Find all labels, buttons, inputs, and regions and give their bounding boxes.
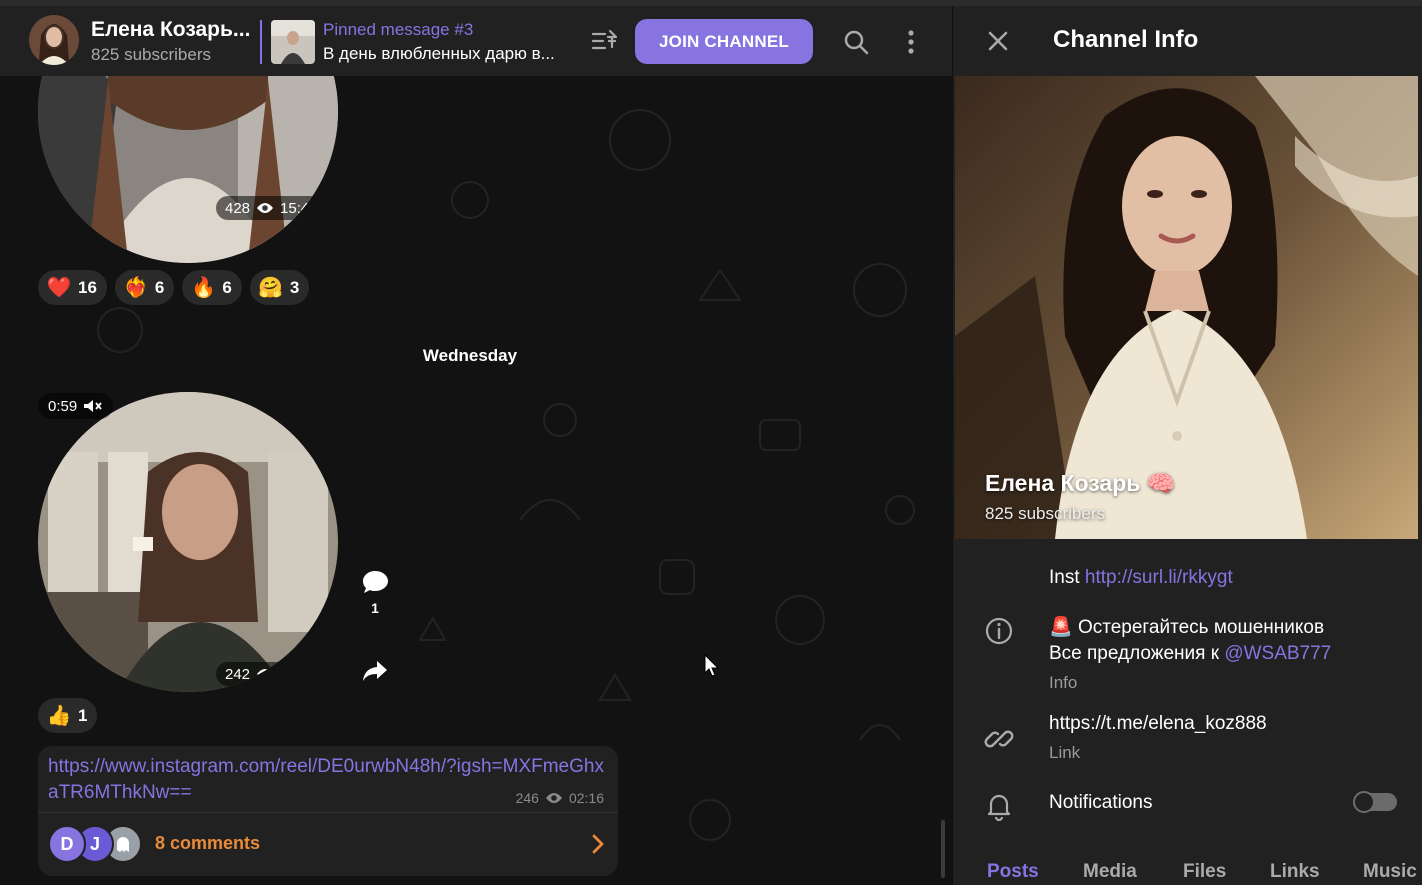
comments-button[interactable]: 1 bbox=[356, 568, 394, 624]
video-duration: 0:59 bbox=[48, 397, 78, 415]
info-label: Info bbox=[1049, 673, 1078, 692]
commenter-avatar: D bbox=[48, 825, 86, 863]
notifications-label: Notifications bbox=[1049, 792, 1153, 813]
contact-handle-link[interactable]: @WSAB777 bbox=[1224, 643, 1331, 664]
comments-count-label: 8 comments bbox=[155, 833, 261, 853]
chat-area: Елена Козарь... 825 subscribers Pinned m… bbox=[0, 0, 952, 885]
forward-arrow-icon bbox=[363, 661, 387, 681]
more-vertical-icon[interactable] bbox=[898, 28, 924, 56]
reactions-row: ❤️ 16 ❤️‍🔥 6 🔥 6 🤗 3 bbox=[38, 270, 310, 305]
video-meta: 428 15:46 bbox=[216, 196, 327, 220]
comment-count: 1 bbox=[371, 600, 379, 616]
reaction-red-heart[interactable]: ❤️ 16 bbox=[38, 270, 107, 305]
reaction-count: 6 bbox=[154, 277, 165, 297]
video-duration-pill[interactable]: 0:59 bbox=[38, 393, 114, 419]
view-count: 246 bbox=[515, 790, 539, 806]
info-icon bbox=[985, 617, 1013, 645]
reaction-thumbs-up[interactable]: 👍 1 bbox=[38, 698, 98, 733]
red-heart-icon: ❤️ bbox=[46, 276, 72, 299]
hugging-face-icon: 🤗 bbox=[258, 276, 284, 299]
fire-icon: 🔥 bbox=[190, 276, 216, 299]
panel-title: Channel Info bbox=[1053, 26, 1199, 53]
eye-icon bbox=[545, 793, 562, 803]
reaction-heart-on-fire[interactable]: ❤️‍🔥 6 bbox=[114, 270, 175, 305]
chat-scrollbar[interactable] bbox=[941, 820, 945, 878]
link-icon bbox=[984, 730, 1014, 748]
tab-media[interactable]: Media bbox=[1083, 861, 1137, 883]
notifications-toggle[interactable] bbox=[1353, 791, 1397, 813]
chat-header: Елена Козарь... 825 subscribers Pinned m… bbox=[0, 6, 952, 76]
round-video-message[interactable]: 242 02:15 bbox=[38, 392, 338, 692]
reaction-count: 3 bbox=[289, 277, 300, 297]
message-bubble: https://www.instagram.com/reel/DE0urwbN4… bbox=[38, 746, 618, 876]
pinned-indicator-bar bbox=[260, 20, 262, 64]
channel-details: Inst http://surl.li/rkkygt 🚨 Остерегайте… bbox=[953, 539, 1422, 885]
ghost-icon bbox=[117, 837, 129, 852]
pinned-list-icon[interactable] bbox=[590, 28, 620, 54]
reaction-count: 6 bbox=[222, 277, 232, 297]
comments-link[interactable]: D J 8 comments bbox=[38, 813, 618, 876]
eye-icon bbox=[257, 669, 274, 679]
tab-music[interactable]: Music bbox=[1363, 861, 1417, 883]
channel-name: Елена Козарь 🧠 bbox=[985, 470, 1176, 496]
warning-line: 🚨 Остерегайтесь мошенников bbox=[1049, 615, 1324, 641]
video-meta: 242 02:15 bbox=[216, 662, 327, 686]
media-tabs: Posts Media Files Links Music bbox=[953, 857, 1422, 885]
eye-icon bbox=[257, 203, 274, 213]
reaction-count: 1 bbox=[78, 705, 88, 725]
channel-subscriber-count: 825 subscribers bbox=[91, 45, 212, 64]
channel-subscriber-count: 825 subscribers bbox=[985, 504, 1106, 523]
mouse-cursor-icon bbox=[704, 654, 720, 677]
share-button[interactable] bbox=[356, 652, 394, 690]
channel-avatar[interactable] bbox=[29, 15, 79, 65]
close-icon[interactable] bbox=[985, 28, 1011, 54]
thumbs-up-icon: 👍 bbox=[46, 704, 72, 727]
message-time: 02:16 bbox=[568, 790, 604, 806]
siren-icon: 🚨 bbox=[1049, 617, 1073, 638]
chevron-right-icon bbox=[592, 834, 604, 854]
description-link[interactable]: http://surl.li/rkkygt bbox=[1085, 567, 1233, 588]
search-icon[interactable] bbox=[842, 28, 870, 56]
tab-files[interactable]: Files bbox=[1183, 861, 1226, 883]
channel-link[interactable]: https://t.me/elena_koz888 bbox=[1049, 711, 1267, 737]
link-label: Link bbox=[1049, 743, 1081, 762]
warning-text: Остерегайтесь мошенников bbox=[1077, 617, 1325, 638]
channel-profile-photo[interactable]: Елена Козарь 🧠 825 subscribers bbox=[955, 76, 1418, 539]
date-separator: Wednesday bbox=[422, 346, 518, 365]
reaction-hugging-face[interactable]: 🤗 3 bbox=[249, 270, 310, 305]
channel-info-panel: Channel Info Елена Козарь 🧠 825 subscrib… bbox=[952, 6, 1422, 885]
message-time: 02:15 bbox=[280, 665, 318, 683]
message-meta: 246 02:16 bbox=[516, 790, 604, 806]
pinned-message-text[interactable]: В день влюбленных дарю в... bbox=[323, 44, 568, 64]
comment-bubble-icon bbox=[363, 571, 388, 593]
panel-header: Channel Info bbox=[953, 6, 1422, 76]
view-count: 428 bbox=[225, 199, 251, 217]
warning-contact-prefix: Все предложения к bbox=[1049, 643, 1220, 664]
muted-speaker-icon bbox=[84, 400, 102, 412]
warning-contact-line: Все предложения к @WSAB777 bbox=[1049, 641, 1331, 667]
reaction-fire[interactable]: 🔥 6 bbox=[182, 270, 242, 305]
tab-links[interactable]: Links bbox=[1270, 861, 1320, 883]
description-prefix: Inst bbox=[1049, 567, 1080, 588]
reaction-count: 16 bbox=[78, 277, 97, 297]
heart-on-fire-icon: ❤️‍🔥 bbox=[123, 276, 149, 299]
bell-icon bbox=[987, 794, 1011, 821]
description-line: Inst http://surl.li/rkkygt bbox=[1049, 565, 1233, 591]
pinned-message-title[interactable]: Pinned message #3 bbox=[323, 20, 473, 40]
view-count: 242 bbox=[225, 665, 251, 683]
join-channel-button[interactable]: JOIN CHANNEL bbox=[635, 19, 813, 64]
pinned-message-thumbnail[interactable] bbox=[271, 20, 315, 64]
window-top-strip bbox=[0, 0, 1422, 6]
toggle-knob bbox=[1353, 791, 1375, 813]
channel-title[interactable]: Елена Козарь... bbox=[91, 18, 256, 42]
telegram-app: Елена Козарь... 825 subscribers Pinned m… bbox=[0, 0, 1422, 885]
tab-posts[interactable]: Posts bbox=[987, 861, 1039, 883]
message-time: 15:46 bbox=[280, 199, 318, 217]
